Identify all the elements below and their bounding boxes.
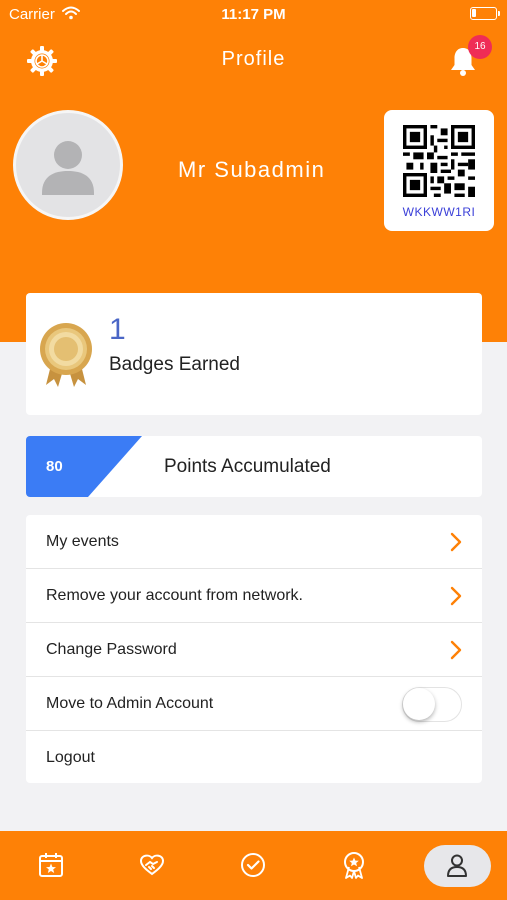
award-icon <box>344 852 364 879</box>
chevron-right-icon <box>450 532 462 552</box>
tab-events[interactable] <box>0 831 101 900</box>
chevron-right-icon <box>450 586 462 606</box>
handshake-icon <box>139 854 165 876</box>
menu-item-label: Move to Admin Account <box>46 695 214 712</box>
menu-item-label: Logout <box>46 749 95 766</box>
qr-code-image <box>403 125 475 197</box>
tab-tasks[interactable] <box>202 831 303 900</box>
menu-item-remove-account[interactable]: Remove your account from network. <box>26 569 482 623</box>
tab-badges[interactable] <box>303 831 404 900</box>
user-icon <box>447 854 467 877</box>
admin-account-toggle[interactable] <box>402 687 462 722</box>
points-card[interactable]: 80 Points Accumulated <box>26 436 482 497</box>
menu-item-label: My events <box>46 533 119 550</box>
points-highlight <box>26 436 142 497</box>
chevron-right-icon <box>450 640 462 660</box>
qr-code-card[interactable]: WKKWW1RI <box>384 110 494 231</box>
page-title: Profile <box>221 48 286 70</box>
settings-menu: My events Remove your account from netwo… <box>26 515 482 783</box>
menu-item-label: Change Password <box>46 641 177 658</box>
tab-network[interactable] <box>101 831 202 900</box>
points-value: 80 <box>46 458 63 475</box>
menu-item-admin-account: Move to Admin Account <box>26 677 482 731</box>
avatar[interactable] <box>13 110 123 220</box>
check-circle-icon <box>241 853 265 877</box>
menu-item-my-events[interactable]: My events <box>26 515 482 569</box>
battery-icon <box>470 7 500 20</box>
menu-item-label: Remove your account from network. <box>46 587 303 604</box>
clock: 11:17 PM <box>221 6 286 23</box>
calendar-icon <box>39 853 63 877</box>
status-bar: Carrier 11:17 PM <box>0 0 507 28</box>
gold-medal-icon <box>40 323 92 387</box>
menu-item-change-password[interactable]: Change Password <box>26 623 482 677</box>
badges-card[interactable]: 1 Badges Earned <box>26 293 482 415</box>
qr-code-label: WKKWW1RI <box>402 205 476 219</box>
badges-earned-label: Badges Earned <box>109 354 240 375</box>
menu-item-logout[interactable]: Logout <box>26 731 482 785</box>
points-label: Points Accumulated <box>164 456 331 477</box>
badges-earned-count: 1 <box>109 313 126 346</box>
notification-count-badge: 16 <box>468 35 492 59</box>
user-name: Mr Subadmin <box>178 157 326 182</box>
tab-profile[interactable] <box>404 831 505 900</box>
tab-bar <box>0 831 507 900</box>
